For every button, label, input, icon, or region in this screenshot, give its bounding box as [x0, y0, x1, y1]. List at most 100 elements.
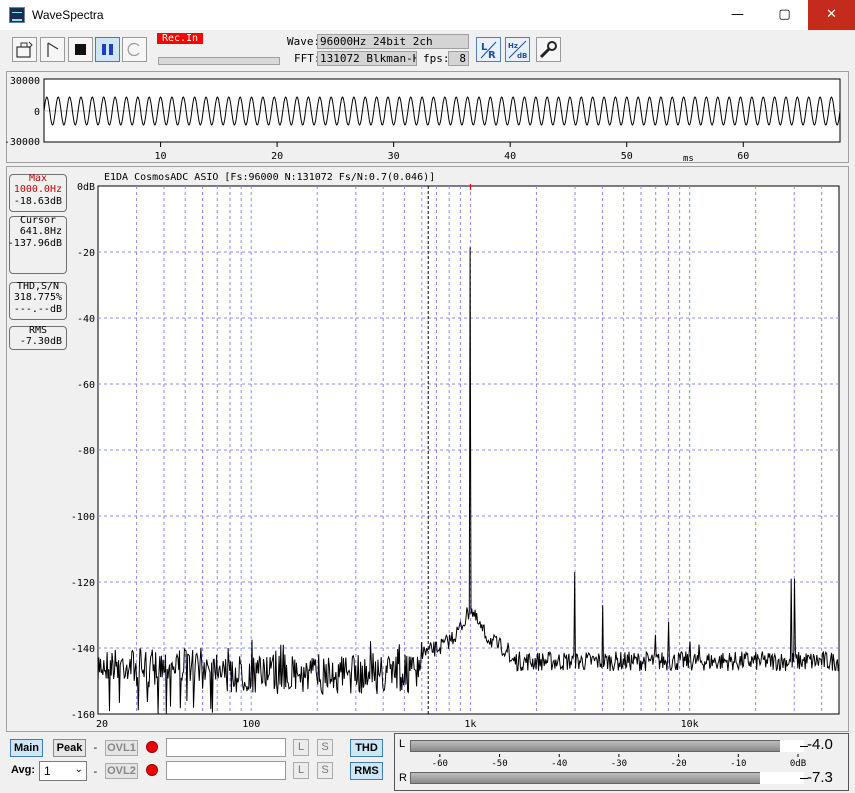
meter-l-value: -4.0 [807, 736, 833, 753]
pause-icon [102, 44, 113, 55]
spectrum-header: E1DA CosmosADC ASIO [Fs:96000 N:131072 F… [104, 172, 435, 183]
thd-button[interactable]: THD [350, 739, 383, 757]
spectrum-y-tick: 0dB [77, 182, 95, 193]
spectrum-y-tick: -160 [71, 710, 95, 721]
meter-scale-label: -10 [730, 759, 746, 768]
ovl2-indicator: OVL2 [105, 763, 138, 779]
rms-readout: RMS -7.30dB [9, 325, 67, 350]
spectrum-plot[interactable]: E1DA CosmosADC ASIO [Fs:96000 N:131072 F… [6, 166, 849, 732]
app-icon [9, 7, 25, 23]
meter-scale-label: -40 [551, 759, 567, 768]
dash-separator: - [92, 741, 99, 754]
lr-channel-button[interactable]: L R [476, 37, 501, 62]
meter-r-fill [759, 772, 804, 784]
spectrum-y-tick: -40 [77, 314, 95, 325]
wave-x-unit: ms [683, 154, 694, 163]
fft-setting-field: 131072 Blkman-H7 [317, 51, 417, 66]
fps-label: fps: [423, 52, 450, 65]
wave-label: Wave: [287, 35, 321, 48]
window-title: WaveSpectra [32, 8, 104, 22]
spectrum-x-tick: 20 [96, 719, 108, 730]
stop-button[interactable] [68, 37, 93, 62]
loop-icon [127, 42, 140, 57]
ovl2-textbox[interactable] [166, 761, 286, 780]
meter-scale-label: -20 [670, 759, 686, 768]
cursor-freq: 641.8Hz [19, 226, 62, 237]
wave-y-tick: 30000 [10, 76, 40, 87]
spectrum-x-tick: 100 [242, 719, 260, 730]
pause-button[interactable] [95, 37, 120, 62]
dash-separator-2: - [92, 765, 99, 778]
wave-format-field: 96000Hz 24bit 2ch [317, 34, 469, 49]
ovl2-l-button[interactable]: L [293, 762, 309, 779]
ovl1-l-button[interactable]: L [293, 739, 309, 756]
hz-db-scale-button[interactable]: Hz dB [505, 37, 530, 62]
max-readout: Max 1000.0Hz -18.63dB [9, 173, 67, 212]
rms-value: -7.30dB [19, 336, 62, 347]
max-title: Max [28, 173, 48, 184]
ovl1-indicator: OVL1 [105, 740, 138, 756]
wrench-icon [539, 41, 557, 59]
ovl1-led [146, 741, 158, 753]
close-button[interactable]: ✕ [808, 0, 855, 30]
meter-r-value: -7.3 [807, 769, 833, 786]
settings-button[interactable] [536, 37, 561, 62]
marker-button[interactable] [40, 37, 65, 62]
cursor-readout: Cursor 641.8Hz -137.96dB [7, 215, 67, 274]
ovl2-led [146, 764, 158, 776]
meter-scale-label: 0dB [790, 759, 806, 768]
meter-scale-label: -30 [611, 759, 627, 768]
record-level-slider[interactable] [158, 57, 280, 65]
wave-x-tick: 40 [504, 151, 516, 162]
level-meter: L R -60 -50 -40 -30 -20 -10 0dB -4.0 -7.3 [394, 733, 849, 791]
sn-db: ---.--dB [13, 304, 62, 315]
wave-x-tick: 30 [388, 151, 400, 162]
spectrum-y-tick: -140 [71, 644, 95, 655]
meter-r-label: R [399, 772, 407, 784]
open-file-button[interactable] [12, 37, 37, 62]
rms-button[interactable]: RMS [350, 762, 383, 780]
hz-db-icon: Hz dB [508, 40, 527, 60]
wave-y-tick: 0 [34, 107, 40, 118]
cursor-title: Cursor [19, 215, 57, 226]
waveform-plot[interactable]: 30000 0 -30000 10 20 30 40 50 60 ms [6, 71, 849, 163]
wave-x-tick: 50 [621, 151, 633, 162]
avg-select[interactable]: 1 ⌄ [39, 761, 87, 781]
meter-l-bar [410, 740, 804, 752]
svg-text:Hz: Hz [508, 42, 518, 50]
spectrum-y-tick: -100 [71, 512, 95, 523]
spectrum-x-tick: 10k [681, 719, 699, 730]
cursor-level: -137.96dB [7, 238, 62, 249]
thd-readout: THD,S/N 318.775% ---.--dB [9, 281, 67, 320]
rms-title: RMS [28, 325, 48, 336]
wave-y-tick: -30000 [6, 137, 40, 148]
spectrum-y-tick: -120 [71, 578, 95, 589]
chevron-down-icon: ⌄ [74, 764, 83, 775]
max-freq: 1000.0Hz [13, 184, 62, 195]
ovl1-textbox[interactable] [166, 738, 286, 757]
spectrum-x-tick: 1k [464, 719, 476, 730]
svg-text:dB: dB [517, 52, 527, 60]
fps-field: 8 [448, 51, 469, 66]
ovl2-s-button[interactable]: S [317, 762, 333, 779]
meter-scale: -60 -50 -40 -30 -20 -10 0dB [432, 754, 806, 768]
max-level: -18.63dB [13, 196, 62, 207]
open-file-icon [16, 41, 33, 58]
peak-button[interactable]: Peak [53, 739, 86, 757]
flag-icon [47, 42, 59, 57]
ovl1-s-button[interactable]: S [317, 739, 333, 756]
svg-text:R: R [488, 50, 496, 61]
meter-scale-label: -50 [491, 759, 507, 768]
avg-value: 1 [44, 764, 51, 778]
spectrum-y-tick: -80 [77, 446, 95, 457]
title-bar: WaveSpectra — ▢ ✕ [0, 0, 855, 30]
main-button[interactable]: Main [10, 739, 43, 757]
wave-x-tick: 20 [271, 151, 283, 162]
avg-label: Avg: [11, 764, 36, 776]
loop-button[interactable] [122, 37, 147, 62]
maximize-button[interactable]: ▢ [761, 0, 808, 30]
thd-title: THD,S/N [16, 281, 60, 292]
minimize-button[interactable]: — [714, 0, 761, 30]
rec-input-indicator: Rec.In [157, 33, 203, 44]
meter-scale-label: -60 [432, 759, 448, 768]
